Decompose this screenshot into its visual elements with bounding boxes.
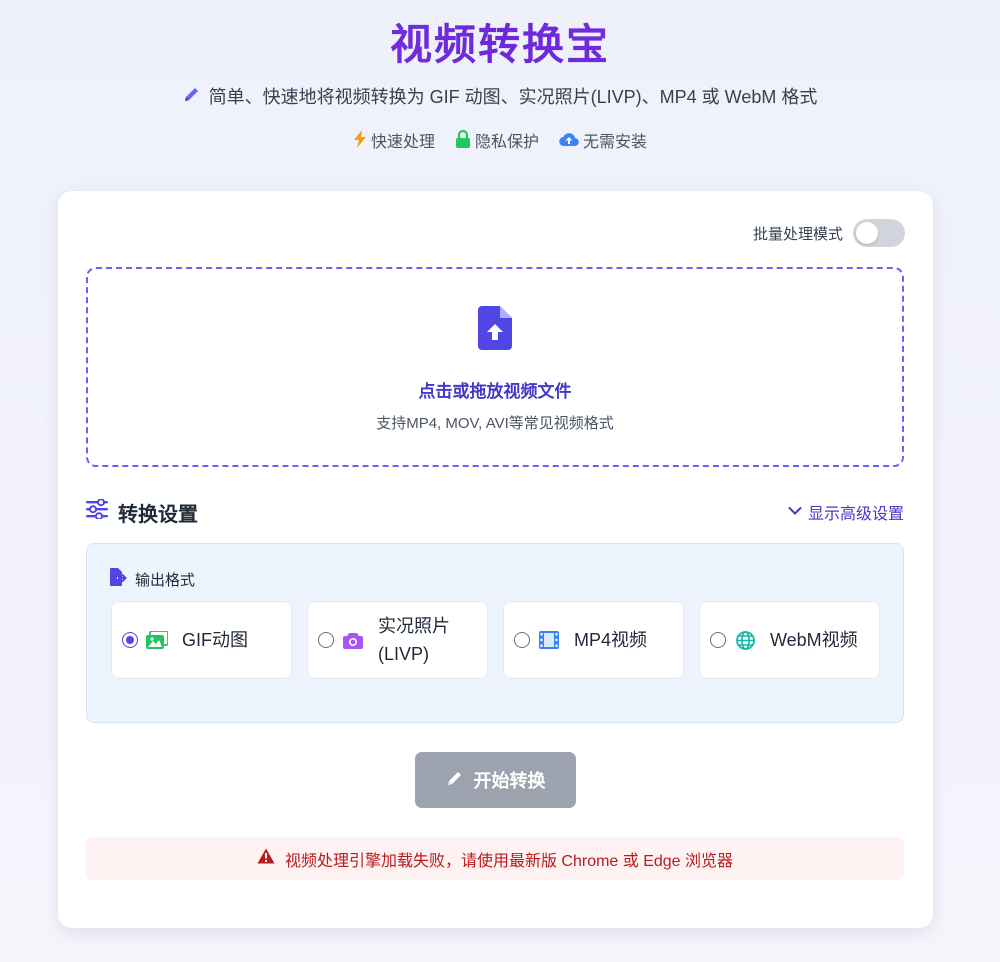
feature-fast: 快速处理 [353, 130, 435, 155]
camera-icon [342, 632, 364, 649]
page-subtitle: 简单、快速地将视频转换为 GIF 动图、实况照片(LIVP)、MP4 或 Web… [0, 84, 1000, 110]
advanced-settings-label: 显示高级设置 [807, 506, 904, 523]
dropzone-title: 点击或拖放视频文件 [418, 381, 572, 401]
format-options: GIF动图 实况照片 (LIVP) MP4视频 WebM视频 [111, 601, 880, 679]
format-option-gif[interactable]: GIF动图 [111, 601, 292, 679]
error-message: 视频处理引擎加载失败，请使用最新版 Chrome 或 Edge 浏览器 [284, 852, 734, 870]
pencil-icon [446, 769, 464, 792]
warning-icon [257, 848, 275, 869]
file-dropzone[interactable]: 点击或拖放视频文件 支持MP4, MOV, AVI等常见视频格式 [86, 267, 904, 467]
settings-title: 转换设置 [86, 498, 198, 527]
lightning-icon [353, 130, 367, 155]
settings-header: 转换设置 显示高级设置 [86, 497, 904, 527]
output-format-panel: 输出格式 GIF动图 实况照片 (LIVP) MP4视频 WebM视频 [86, 543, 904, 723]
error-banner: 视频处理引擎加载失败，请使用最新版 Chrome 或 Edge 浏览器 [86, 837, 904, 880]
converter-card: 批量处理模式 点击或拖放视频文件 支持MP4, MOV, AVI等常见视频格式 [58, 191, 933, 928]
file-upload-icon [478, 305, 512, 355]
format-radio-gif[interactable] [122, 632, 138, 648]
advanced-settings-toggle[interactable]: 显示高级设置 [788, 500, 904, 524]
cloud-upload-icon [559, 131, 579, 154]
page: 视频转换宝 简单、快速地将视频转换为 GIF 动图、实况照片(LIVP)、MP4… [0, 0, 1000, 962]
start-convert-label: 开始转换 [473, 771, 546, 791]
output-format-label: 输出格式 [109, 568, 195, 590]
file-export-icon [109, 568, 127, 590]
feature-label: 快速处理 [370, 133, 435, 151]
globe-icon [734, 630, 756, 650]
format-option-livp[interactable]: 实况照片 (LIVP) [307, 601, 488, 679]
chevron-down-icon [788, 503, 802, 521]
format-radio-webm[interactable] [710, 632, 726, 648]
format-label-mp4: MP4视频 [574, 630, 648, 650]
format-label-livp-line1: 实况照片 [378, 616, 450, 636]
feature-list: 快速处理 隐私保护 无需安装 [0, 129, 1000, 155]
dropzone-hint: 支持MP4, MOV, AVI等常见视频格式 [376, 414, 614, 432]
format-radio-mp4[interactable] [514, 632, 530, 648]
sliders-icon [86, 498, 108, 525]
batch-mode-toggle[interactable] [853, 219, 905, 247]
format-radio-livp[interactable] [318, 632, 334, 648]
batch-mode-label: 批量处理模式 [752, 225, 843, 243]
lock-icon [455, 129, 471, 155]
feature-label: 隐私保护 [474, 133, 539, 151]
format-label-gif: GIF动图 [182, 630, 248, 650]
feature-privacy: 隐私保护 [455, 129, 539, 155]
feature-no-install: 无需安装 [559, 130, 647, 155]
film-icon [538, 631, 560, 649]
start-convert-button[interactable]: 开始转换 [415, 752, 576, 808]
feature-label: 无需安装 [583, 133, 648, 151]
format-option-webm[interactable]: WebM视频 [699, 601, 880, 679]
batch-mode: 批量处理模式 [753, 219, 905, 247]
toggle-knob [856, 222, 878, 244]
format-label-livp-line2: (LIVP) [378, 644, 430, 664]
subtitle-text: 简单、快速地将视频转换为 GIF 动图、实况照片(LIVP)、MP4 或 Web… [208, 87, 818, 107]
image-icon [146, 631, 168, 649]
format-option-mp4[interactable]: MP4视频 [503, 601, 684, 679]
output-format-text: 输出格式 [135, 571, 196, 589]
settings-title-text: 转换设置 [118, 503, 198, 526]
format-label-livp: 实况照片 (LIVP) [378, 612, 450, 668]
page-title: 视频转换宝 [0, 18, 1000, 72]
pencil-icon [183, 84, 201, 110]
format-label-webm: WebM视频 [770, 630, 858, 650]
